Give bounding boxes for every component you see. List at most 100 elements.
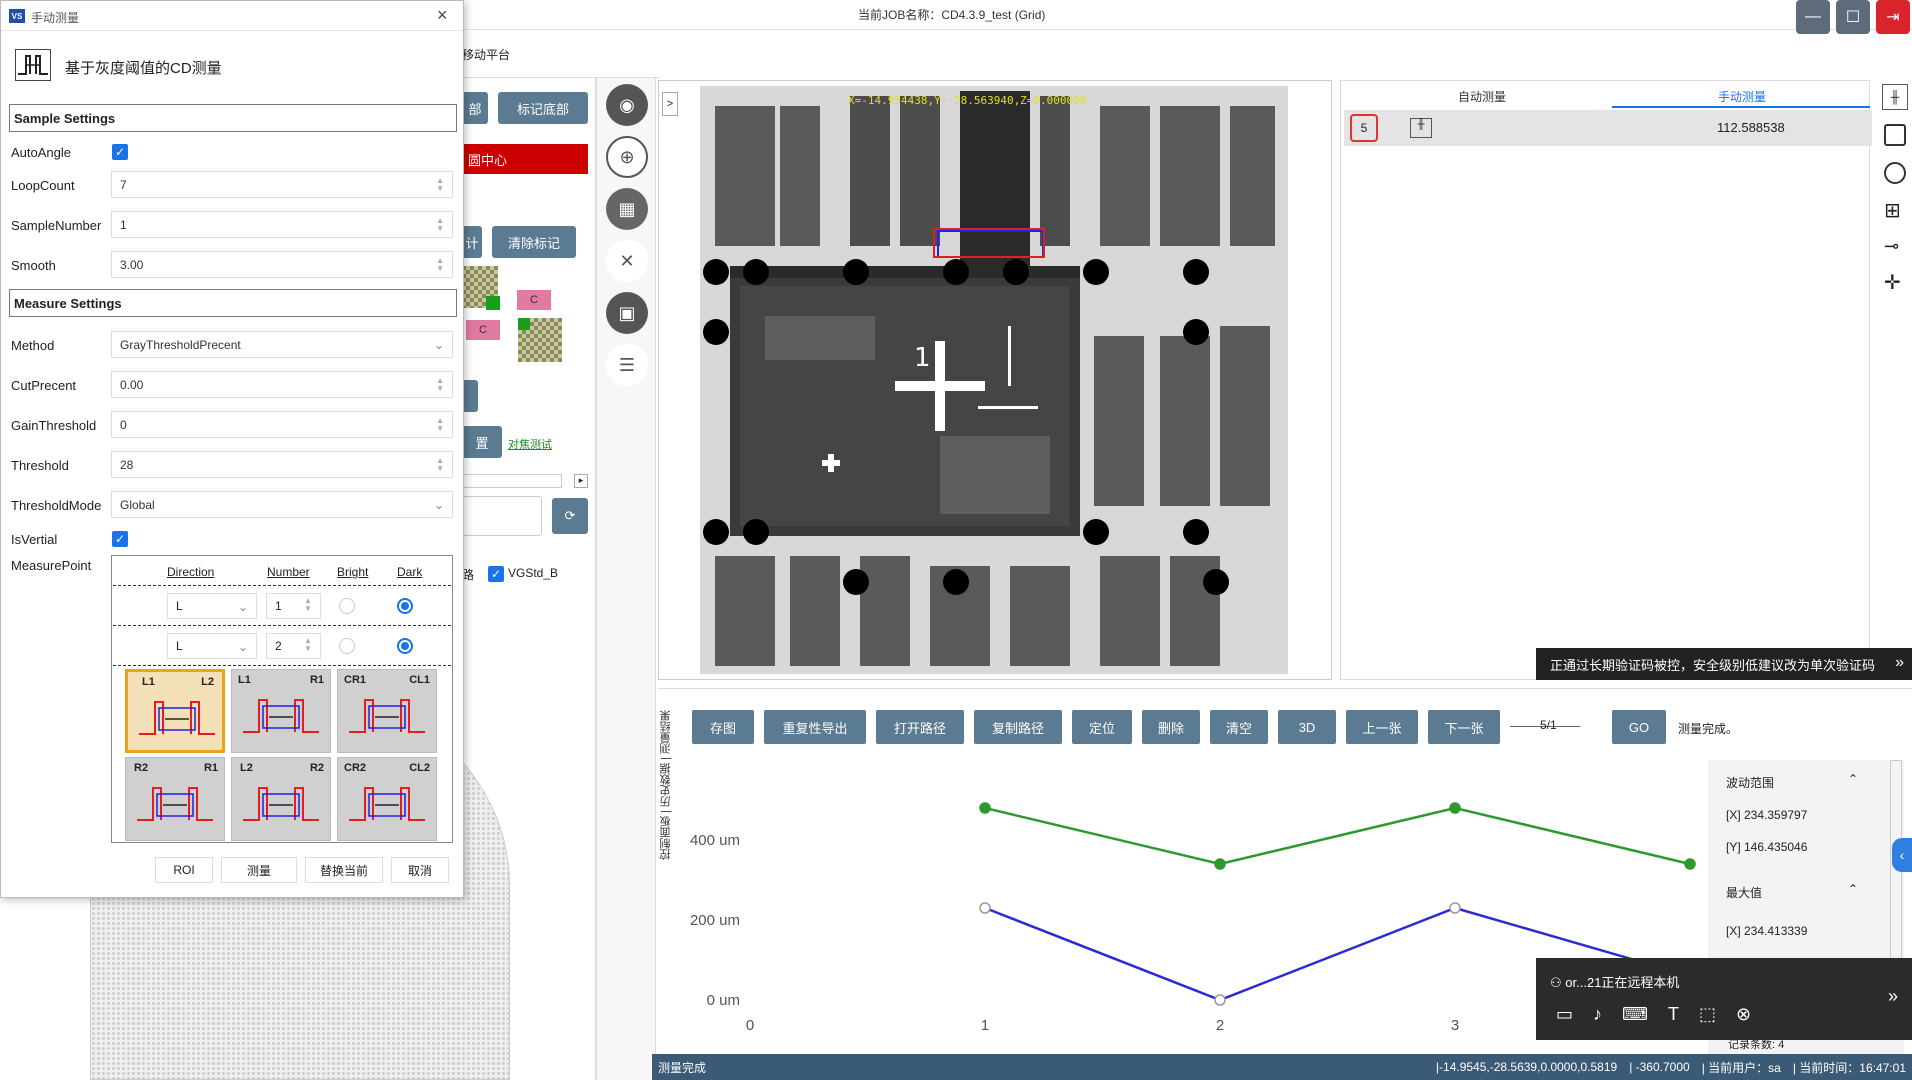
- expand-left-icon[interactable]: ‹: [1892, 838, 1912, 872]
- line-tool-icon[interactable]: ⊸: [1884, 236, 1899, 257]
- point-tool-icon[interactable]: ⊞: [1884, 198, 1901, 223]
- direction-select[interactable]: L ⌄: [167, 633, 257, 659]
- tools-icon[interactable]: ✕: [606, 240, 648, 282]
- data-point[interactable]: [1214, 994, 1226, 1006]
- mark-bottom-button[interactable]: 标记底部: [498, 92, 588, 124]
- open-path-button[interactable]: 打开路径: [876, 710, 964, 744]
- minimize-button[interactable]: —: [1796, 0, 1830, 34]
- bright-radio[interactable]: [339, 638, 355, 654]
- dark-radio[interactable]: [397, 638, 413, 654]
- microscope-image[interactable]: 1 X=-14.954438,Y=-28.563940,Z=0.000000: [700, 86, 1288, 674]
- export-repeat-button[interactable]: 重复性导出: [764, 710, 866, 744]
- clear-button[interactable]: 清空: [1210, 710, 1268, 744]
- partial-button[interactable]: 部: [462, 92, 488, 124]
- tab-auto-measure[interactable]: 自动测量: [1458, 88, 1506, 105]
- partial-button-2[interactable]: 计: [462, 226, 482, 258]
- cd-tool-icon[interactable]: ╫: [1882, 84, 1908, 110]
- chip-c-2[interactable]: C: [466, 320, 500, 340]
- auto-angle-checkbox[interactable]: ✓: [112, 144, 128, 160]
- range-collapse-icon[interactable]: ⌃: [1848, 772, 1858, 786]
- copy-path-button[interactable]: 复制路径: [974, 710, 1062, 744]
- circle-tool-icon[interactable]: [1884, 162, 1906, 184]
- bright-radio[interactable]: [339, 598, 355, 614]
- collapse-icon[interactable]: »: [1895, 654, 1904, 672]
- roi-button[interactable]: ROI: [155, 857, 213, 883]
- delete-button[interactable]: 删除: [1142, 710, 1200, 744]
- text-icon[interactable]: T: [1668, 1004, 1699, 1024]
- method-select[interactable]: GrayThresholdPrecent ⌄: [111, 331, 453, 358]
- table-row[interactable]: L ⌄ 1 ▲ ▼: [113, 585, 451, 625]
- wafer-grid-icon[interactable]: ▦: [606, 188, 648, 230]
- data-point[interactable]: [1684, 858, 1696, 870]
- mode-tile-r2-r1[interactable]: R2 R1: [125, 757, 225, 841]
- data-point[interactable]: [979, 802, 991, 814]
- number-field[interactable]: 1 ▲ ▼: [266, 593, 321, 619]
- go-button[interactable]: GO: [1612, 710, 1666, 744]
- mode-tile-l1-r1[interactable]: L1 R1: [231, 669, 331, 753]
- tab-history[interactable]: 历史数据: [660, 763, 672, 807]
- tab-control-panel[interactable]: 控制面板: [660, 816, 672, 860]
- image-icon[interactable]: ▣: [606, 292, 648, 334]
- close-icon[interactable]: ×: [437, 5, 448, 26]
- globe-grid-icon[interactable]: ⊕: [606, 136, 648, 178]
- focus-test-link[interactable]: 对焦测试: [508, 436, 552, 452]
- tab-manual-measure[interactable]: 手动测量: [1718, 88, 1766, 105]
- clear-marks-button[interactable]: 清除标记: [492, 226, 576, 258]
- route-input[interactable]: [462, 496, 542, 536]
- table-row[interactable]: L ⌄ 2 ▲ ▼: [113, 625, 451, 665]
- exit-button[interactable]: ⇥: [1876, 0, 1910, 34]
- sample-number-field[interactable]: 1 ▲ ▼: [111, 211, 453, 238]
- scroll-right-icon[interactable]: ▸: [574, 474, 588, 488]
- max-collapse-icon[interactable]: ⌃: [1848, 882, 1858, 896]
- is-vertial-checkbox[interactable]: ✓: [112, 531, 128, 547]
- data-point[interactable]: [1449, 902, 1461, 914]
- move-platform-tab[interactable]: 移动平台: [462, 46, 510, 63]
- chat-icon[interactable]: ▭: [1556, 1004, 1593, 1024]
- mic-icon[interactable]: ♪: [1593, 1004, 1622, 1024]
- save-image-button[interactable]: 存图: [692, 710, 754, 744]
- data-point[interactable]: [1214, 858, 1226, 870]
- cancel-button[interactable]: 取消: [391, 857, 449, 883]
- scroll-track[interactable]: [462, 474, 562, 488]
- cross-tool-icon[interactable]: ✛: [1884, 270, 1901, 295]
- sync-icon[interactable]: ⟳: [552, 498, 588, 534]
- checklist-icon[interactable]: ☰: [606, 344, 648, 386]
- close-circle-icon[interactable]: ⊗: [1736, 1004, 1771, 1024]
- remote-collapse-icon[interactable]: »: [1888, 986, 1898, 1007]
- chip-c-1[interactable]: C: [517, 290, 551, 310]
- 3d-button[interactable]: 3D: [1278, 710, 1336, 744]
- measure-button[interactable]: 测量: [221, 857, 297, 883]
- circle-center-button[interactable]: 圆中心: [462, 144, 588, 174]
- camera-icon[interactable]: ◉: [606, 84, 648, 126]
- gain-threshold-field[interactable]: 0 ▲ ▼: [111, 411, 453, 438]
- page-indicator[interactable]: 5/1: [1540, 718, 1557, 732]
- locate-button[interactable]: 定位: [1072, 710, 1132, 744]
- previous-button[interactable]: 上一张: [1346, 710, 1418, 744]
- mode-tile-cr1-cl1[interactable]: CR1 CL1: [337, 669, 437, 753]
- threshold-field[interactable]: 28 ▲ ▼: [111, 451, 453, 478]
- dialog-title-bar[interactable]: VS 手动测量 ×: [1, 1, 463, 31]
- cut-percent-field[interactable]: 0.00 ▲ ▼: [111, 371, 453, 398]
- direction-select[interactable]: L ⌄: [167, 593, 257, 619]
- next-button[interactable]: 下一张: [1428, 710, 1500, 744]
- mode-tile-cr2-cl2[interactable]: CR2 CL2: [337, 757, 437, 841]
- rect-tool-icon[interactable]: [1884, 124, 1906, 146]
- replace-current-button[interactable]: 替换当前: [305, 857, 383, 883]
- keyboard-icon[interactable]: ⌨: [1622, 1004, 1668, 1024]
- vgstd-checkbox[interactable]: ✓: [488, 566, 504, 582]
- smooth-field[interactable]: 3.00 ▲ ▼: [111, 251, 453, 278]
- viewer-toggle[interactable]: >: [662, 92, 678, 116]
- threshold-mode-select[interactable]: Global ⌄: [111, 491, 453, 518]
- mode-tile-l2-r2[interactable]: L2 R2: [231, 757, 331, 841]
- number-field[interactable]: 2 ▲ ▼: [266, 633, 321, 659]
- maximize-button[interactable]: ☐: [1836, 0, 1870, 34]
- data-point[interactable]: [1449, 802, 1461, 814]
- tab-results[interactable]: 测量结果: [660, 710, 672, 754]
- set-button[interactable]: 置: [462, 426, 502, 458]
- data-point[interactable]: [979, 902, 991, 914]
- folder-icon[interactable]: ⬚: [1699, 1004, 1736, 1024]
- partial-button-3[interactable]: [462, 380, 478, 412]
- loop-count-field[interactable]: 7 ▲ ▼: [111, 171, 453, 198]
- dark-radio[interactable]: [397, 598, 413, 614]
- mode-tile-l1-l2[interactable]: L1 L2: [125, 669, 225, 753]
